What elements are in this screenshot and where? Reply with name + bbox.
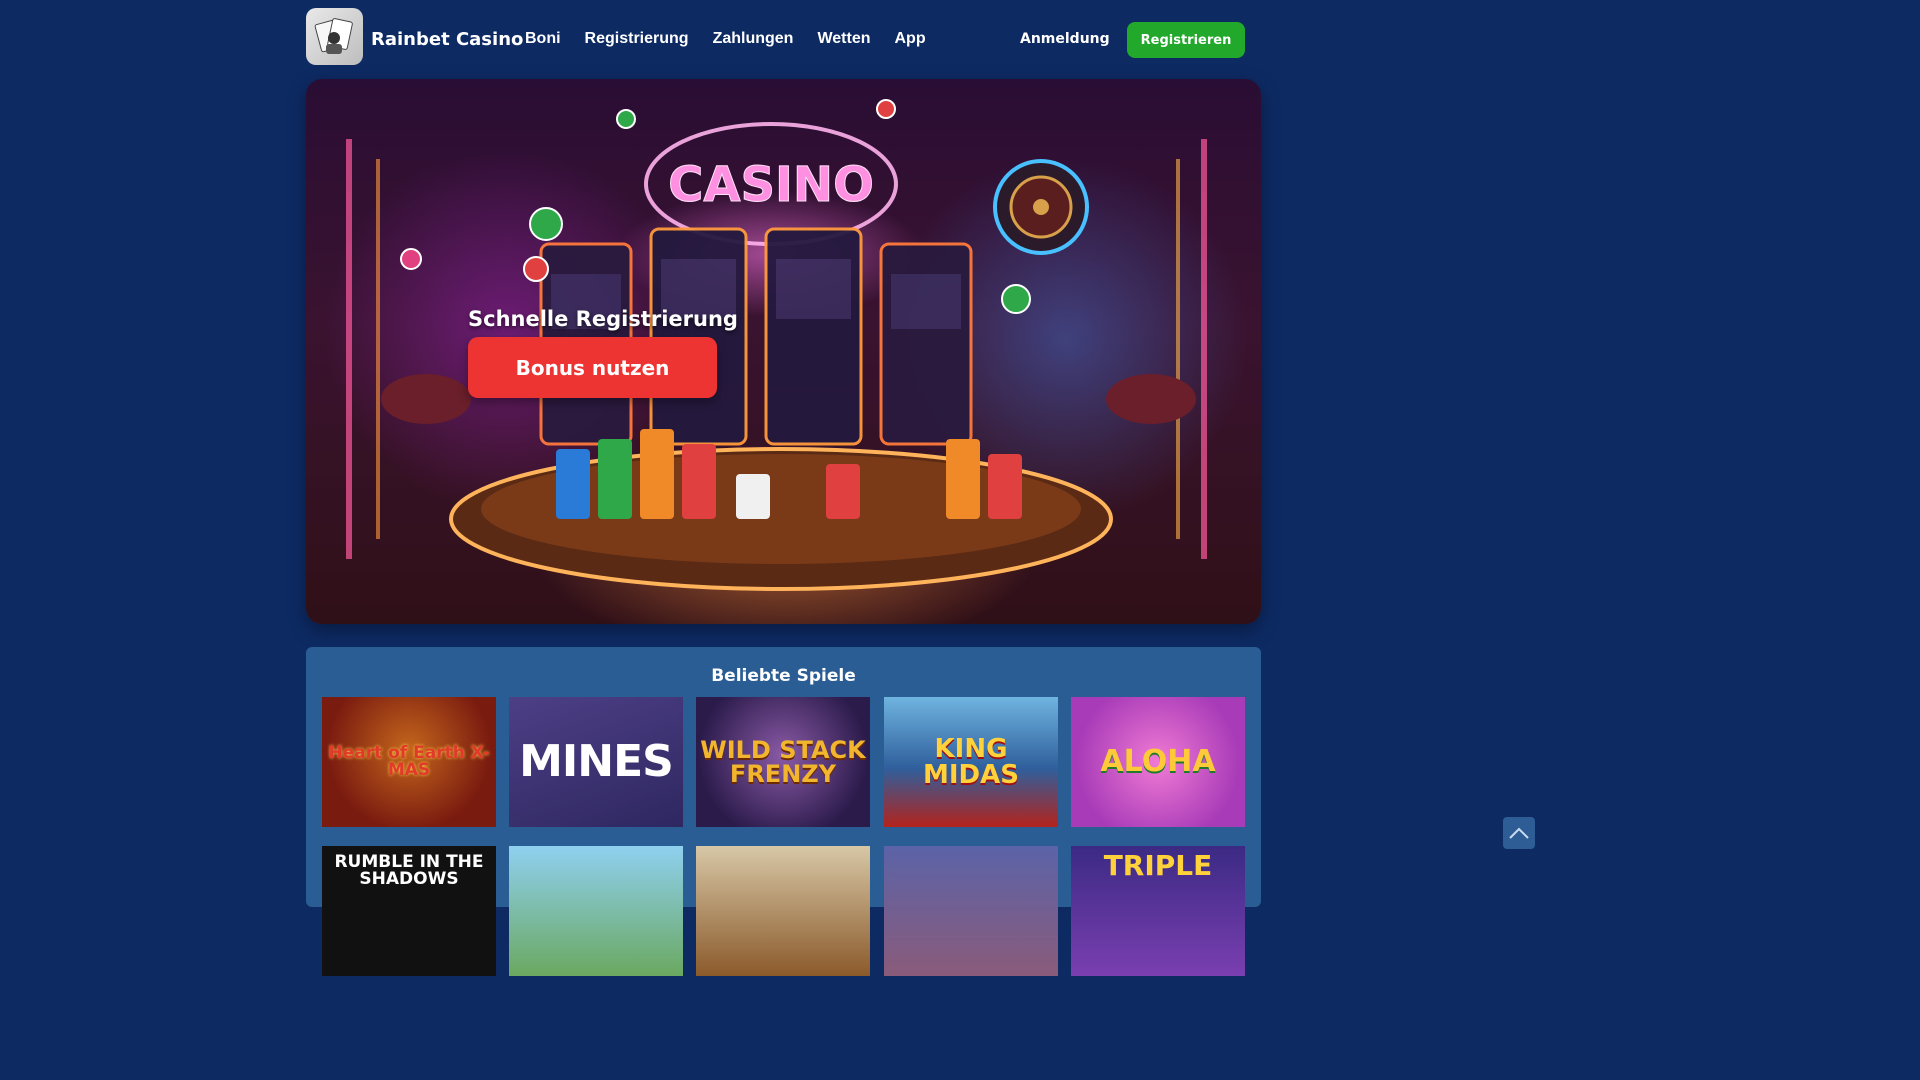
chevron-up-icon bbox=[1509, 827, 1529, 839]
casino-sign-text: CASINO bbox=[668, 157, 874, 213]
game-tile-heart-of-earth[interactable]: Heart of Earth X-MAS bbox=[322, 697, 496, 827]
game-tile-7[interactable] bbox=[696, 846, 870, 976]
main-nav: Boni Registrierung Zahlungen Wetten App bbox=[525, 30, 926, 48]
nav-link-boni[interactable]: Boni bbox=[525, 30, 561, 48]
scroll-to-top-button[interactable] bbox=[1503, 817, 1535, 849]
nav-link-zahlungen[interactable]: Zahlungen bbox=[713, 30, 794, 48]
bonus-cta-button[interactable]: Bonus nutzen bbox=[468, 337, 717, 398]
game-tile-aloha[interactable]: ALOHA bbox=[1071, 697, 1245, 827]
register-button[interactable]: Registrieren bbox=[1127, 22, 1245, 58]
nav-link-registrierung[interactable]: Registrierung bbox=[585, 30, 689, 48]
game-tile-8[interactable] bbox=[884, 846, 1058, 976]
site-header: Rainbet Casino Boni Registrierung Zahlun… bbox=[306, 8, 1261, 68]
game-tile-wild-stack-frenzy[interactable]: WILD STACK FRENZY bbox=[696, 697, 870, 827]
casino-scene-illustration: CASINO bbox=[346, 99, 1207, 591]
game-tile-6[interactable] bbox=[509, 846, 683, 976]
game-tile-king-midas[interactable]: KING MIDAS bbox=[884, 697, 1058, 827]
login-link[interactable]: Anmeldung bbox=[1020, 31, 1110, 47]
popular-games-section: Beliebte Spiele Heart of Earth X-MAS MIN… bbox=[306, 647, 1261, 976]
game-tile-mines[interactable]: MINES bbox=[509, 697, 683, 827]
section-title: Beliebte Spiele bbox=[711, 666, 856, 686]
nav-link-wetten[interactable]: Wetten bbox=[817, 30, 870, 48]
game-tile-triple[interactable]: TRIPLE bbox=[1071, 846, 1245, 976]
nav-link-app[interactable]: App bbox=[895, 30, 926, 48]
hero-banner: CASINO Schnelle Registrierung Bonus nutz… bbox=[306, 79, 1261, 624]
brand-logo[interactable] bbox=[306, 8, 363, 65]
game-tile-rumble-in-the-shadows[interactable]: RUMBLE IN THE SHADOWS bbox=[322, 846, 496, 976]
hero-title: Schnelle Registrierung bbox=[468, 307, 738, 331]
brand-name[interactable]: Rainbet Casino bbox=[371, 29, 523, 50]
playing-cards-icon bbox=[314, 18, 353, 54]
